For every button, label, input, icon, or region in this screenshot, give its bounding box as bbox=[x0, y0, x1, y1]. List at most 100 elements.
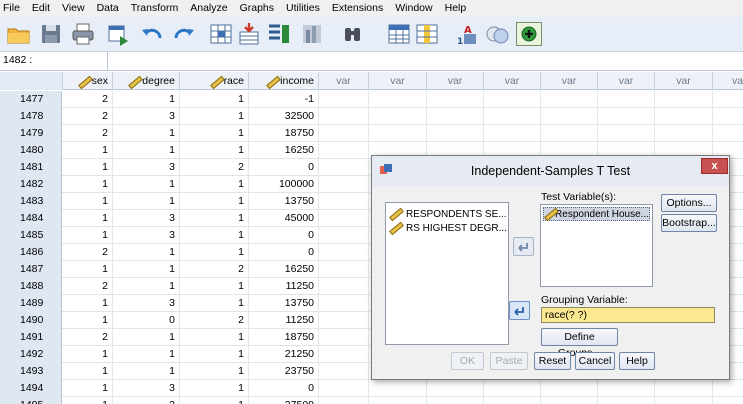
row-number[interactable]: 1488 bbox=[0, 278, 62, 295]
row-number[interactable]: 1484 bbox=[0, 210, 62, 227]
table-cell[interactable]: 3 bbox=[113, 227, 180, 244]
table-cell[interactable]: 2 bbox=[63, 125, 113, 142]
table-cell[interactable]: 3 bbox=[113, 108, 180, 125]
table-cell[interactable]: 2 bbox=[180, 261, 249, 278]
table-cell[interactable]: 1 bbox=[113, 261, 180, 278]
chart-icon[interactable] bbox=[300, 22, 326, 46]
table-cell[interactable]: 18750 bbox=[249, 125, 319, 142]
table-cell[interactable]: 1 bbox=[63, 363, 113, 380]
table-cell[interactable]: 1 bbox=[180, 193, 249, 210]
undo-icon[interactable] bbox=[140, 22, 166, 46]
table-row[interactable]: 1477 2 1 1 -1 bbox=[0, 91, 743, 108]
source-variable-list[interactable]: RESPONDENTS SE... RS HIGHEST DEGR... bbox=[385, 202, 509, 345]
table-cell[interactable] bbox=[598, 108, 655, 125]
table-cell[interactable] bbox=[319, 346, 369, 363]
goto-case-icon[interactable] bbox=[208, 22, 234, 46]
dialog-recall-icon[interactable] bbox=[106, 22, 132, 46]
dialog-title-bar[interactable]: Independent-Samples T Test x bbox=[372, 156, 729, 186]
column-header-sex[interactable]: sex bbox=[63, 72, 113, 90]
table-cell[interactable]: 21250 bbox=[249, 346, 319, 363]
table-cell[interactable]: 1 bbox=[180, 363, 249, 380]
row-number[interactable]: 1489 bbox=[0, 295, 62, 312]
table-cell[interactable] bbox=[427, 380, 484, 397]
table-cell[interactable]: 16250 bbox=[249, 261, 319, 278]
table-cell[interactable]: 1 bbox=[113, 91, 180, 108]
list-item-respondents-sex[interactable]: RESPONDENTS SE... bbox=[389, 207, 507, 221]
menu-help[interactable]: Help bbox=[440, 0, 474, 17]
table-cell[interactable]: 0 bbox=[113, 312, 180, 329]
table-cell[interactable] bbox=[319, 261, 369, 278]
help-button[interactable]: Help bbox=[619, 352, 655, 370]
table-row[interactable]: 1494 1 3 1 0 bbox=[0, 380, 743, 397]
cancel-button[interactable]: Cancel bbox=[575, 352, 615, 370]
goto-variable-icon[interactable] bbox=[236, 22, 262, 46]
save-icon[interactable] bbox=[38, 22, 64, 46]
open-folder-icon[interactable] bbox=[6, 22, 32, 46]
table-cell[interactable] bbox=[598, 125, 655, 142]
menu-transform[interactable]: Transform bbox=[126, 0, 185, 17]
table-cell[interactable] bbox=[319, 329, 369, 346]
table-cell[interactable]: 18750 bbox=[249, 329, 319, 346]
table-cell[interactable]: 2 bbox=[63, 91, 113, 108]
table-cell[interactable] bbox=[319, 295, 369, 312]
table-cell[interactable]: 1 bbox=[113, 346, 180, 363]
table-cell[interactable] bbox=[713, 380, 743, 397]
table-cell[interactable]: 1 bbox=[113, 125, 180, 142]
row-number[interactable]: 1486 bbox=[0, 244, 62, 261]
use-sets-icon[interactable] bbox=[516, 22, 542, 46]
row-number[interactable]: 1479 bbox=[0, 125, 62, 142]
table-cell[interactable] bbox=[427, 397, 484, 404]
table-cell[interactable]: 1 bbox=[180, 278, 249, 295]
menu-extensions[interactable]: Extensions bbox=[327, 0, 390, 17]
table-cell[interactable]: 1 bbox=[113, 176, 180, 193]
test-variable-list[interactable]: Respondent House... bbox=[540, 204, 653, 287]
table-cell[interactable]: 2 bbox=[180, 312, 249, 329]
row-number[interactable]: 1494 bbox=[0, 380, 62, 397]
table-cell[interactable] bbox=[541, 108, 598, 125]
table-cell[interactable] bbox=[484, 397, 541, 404]
table-cell[interactable]: 32500 bbox=[249, 108, 319, 125]
table-cell[interactable] bbox=[484, 380, 541, 397]
table-cell[interactable]: 1 bbox=[180, 108, 249, 125]
print-icon[interactable] bbox=[70, 22, 96, 46]
reset-button[interactable]: Reset bbox=[534, 352, 571, 370]
table-cell[interactable]: 1 bbox=[113, 193, 180, 210]
table-cell[interactable]: 11250 bbox=[249, 312, 319, 329]
table-cell[interactable]: 2 bbox=[63, 278, 113, 295]
table-cell[interactable]: 13750 bbox=[249, 193, 319, 210]
row-number[interactable]: 1492 bbox=[0, 346, 62, 363]
table-cell[interactable]: 1 bbox=[63, 346, 113, 363]
menu-analyze[interactable]: Analyze bbox=[185, 0, 234, 17]
table-row[interactable]: 1478 2 3 1 32500 bbox=[0, 108, 743, 125]
move-grouping-variable-button[interactable] bbox=[509, 301, 530, 320]
table-cell[interactable]: 2 bbox=[180, 159, 249, 176]
table-cell[interactable] bbox=[369, 380, 427, 397]
table-cell[interactable]: 3 bbox=[113, 210, 180, 227]
table-cell[interactable]: 1 bbox=[180, 244, 249, 261]
table-cell[interactable]: 1 bbox=[63, 142, 113, 159]
menu-file[interactable]: File bbox=[0, 0, 27, 17]
table-cell[interactable] bbox=[319, 142, 369, 159]
table-cell[interactable]: 1 bbox=[63, 397, 113, 404]
define-groups-button[interactable]: Define Groups... bbox=[541, 328, 618, 359]
insert-variable-icon[interactable] bbox=[414, 22, 440, 46]
table-cell[interactable] bbox=[369, 108, 427, 125]
table-cell[interactable]: -1 bbox=[249, 91, 319, 108]
table-row[interactable]: 149512127500 bbox=[0, 397, 743, 404]
table-cell[interactable]: 0 bbox=[249, 244, 319, 261]
column-header-var[interactable]: var bbox=[655, 72, 713, 90]
table-cell[interactable] bbox=[319, 159, 369, 176]
table-cell[interactable] bbox=[655, 91, 713, 108]
table-cell[interactable] bbox=[655, 397, 713, 404]
table-cell[interactable]: 1 bbox=[180, 125, 249, 142]
table-cell[interactable]: 27500 bbox=[249, 397, 319, 404]
row-number[interactable]: 1495 bbox=[0, 397, 62, 404]
row-number[interactable]: 1487 bbox=[0, 261, 62, 278]
table-cell[interactable]: 0 bbox=[249, 227, 319, 244]
table-cell[interactable] bbox=[369, 397, 427, 404]
row-number[interactable]: 1483 bbox=[0, 193, 62, 210]
table-cell[interactable] bbox=[319, 91, 369, 108]
menu-graphs[interactable]: Graphs bbox=[235, 0, 281, 17]
table-cell[interactable]: 1 bbox=[180, 227, 249, 244]
table-cell[interactable]: 1 bbox=[113, 142, 180, 159]
